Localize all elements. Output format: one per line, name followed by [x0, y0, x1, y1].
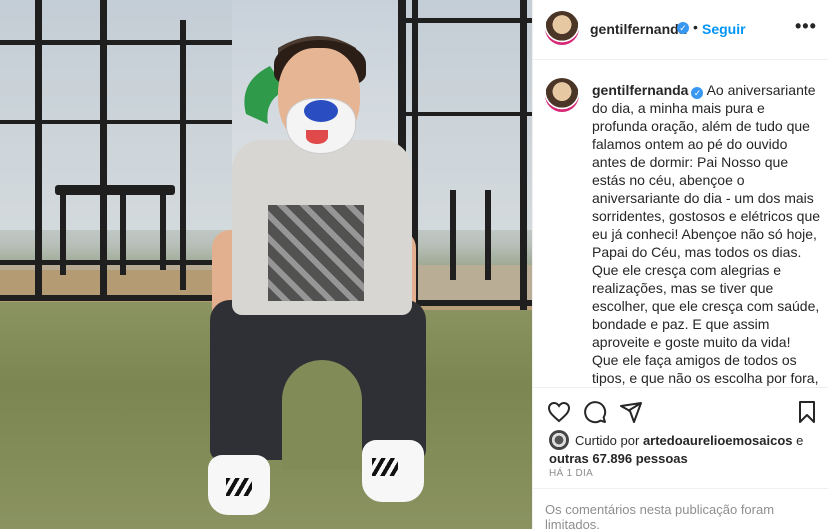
post-side-panel: gentilfernanda ✓ • Seguir ••• gentilfern…: [532, 0, 828, 529]
more-options-icon[interactable]: •••: [795, 16, 817, 37]
separator-dot: •: [693, 19, 698, 35]
post-timestamp[interactable]: HÁ 1 DIA: [549, 468, 593, 479]
comments-limited-notice: Os comentários nesta publicação foram li…: [533, 488, 828, 529]
shoe-stripes: [372, 458, 398, 476]
leg-gap: [282, 360, 362, 470]
chair-leg: [60, 195, 66, 275]
caption-text: Ao aniversariante do dia, a minha mais p…: [592, 82, 821, 386]
follow-button[interactable]: Seguir: [702, 21, 746, 37]
caption-area[interactable]: gentilfernanda ✓ Ao aniversariante do dia…: [533, 60, 828, 387]
frame-beam: [0, 260, 232, 265]
chair-leg: [485, 190, 491, 280]
chair-leg: [450, 190, 456, 280]
mask-nose: [304, 100, 338, 122]
liker-avatar[interactable]: [549, 430, 569, 450]
frame-beam: [0, 295, 232, 301]
share-icon[interactable]: [619, 400, 643, 424]
comment-icon[interactable]: [583, 400, 607, 424]
frame-post: [35, 0, 42, 300]
caption-text-block: gentilfernanda ✓ Ao aniversariante do dia…: [592, 81, 820, 387]
likes-count[interactable]: outras 67.896 pessoas: [549, 451, 688, 466]
verified-badge-icon: ✓: [677, 22, 689, 34]
caption-username[interactable]: gentilfernanda: [592, 82, 688, 98]
liked-by-row: Curtido por artedoaurelioemosaicos e out…: [549, 430, 819, 468]
liker-username[interactable]: artedoaurelioemosaicos: [643, 433, 793, 448]
shoe-stripes: [226, 478, 252, 496]
bookmark-icon[interactable]: [795, 400, 819, 424]
frame-post: [520, 0, 527, 310]
table: [55, 185, 175, 195]
liked-middle: e: [796, 433, 804, 448]
shirt-print: [268, 205, 364, 301]
verified-badge-icon: ✓: [691, 87, 704, 99]
frame-post: [180, 20, 186, 290]
chair-leg: [160, 185, 166, 270]
profile-avatar[interactable]: [545, 11, 579, 45]
heart-icon[interactable]: [547, 400, 571, 424]
post-photo[interactable]: [0, 0, 532, 529]
frame-beam: [400, 18, 532, 23]
frame-beam: [400, 112, 532, 116]
header-username[interactable]: gentilfernanda: [590, 21, 686, 37]
liked-prefix: Curtido por: [575, 433, 640, 448]
mask-mouth: [306, 130, 328, 144]
chair-leg: [120, 195, 126, 275]
frame-beam: [0, 40, 232, 45]
frame-post: [100, 0, 107, 300]
post-header: gentilfernanda ✓ • Seguir •••: [533, 0, 828, 60]
caption-avatar[interactable]: [545, 78, 579, 112]
glass-pavilion-right: [400, 0, 532, 300]
post-actions: Curtido por artedoaurelioemosaicos e out…: [533, 387, 828, 529]
frame-beam: [0, 120, 232, 124]
